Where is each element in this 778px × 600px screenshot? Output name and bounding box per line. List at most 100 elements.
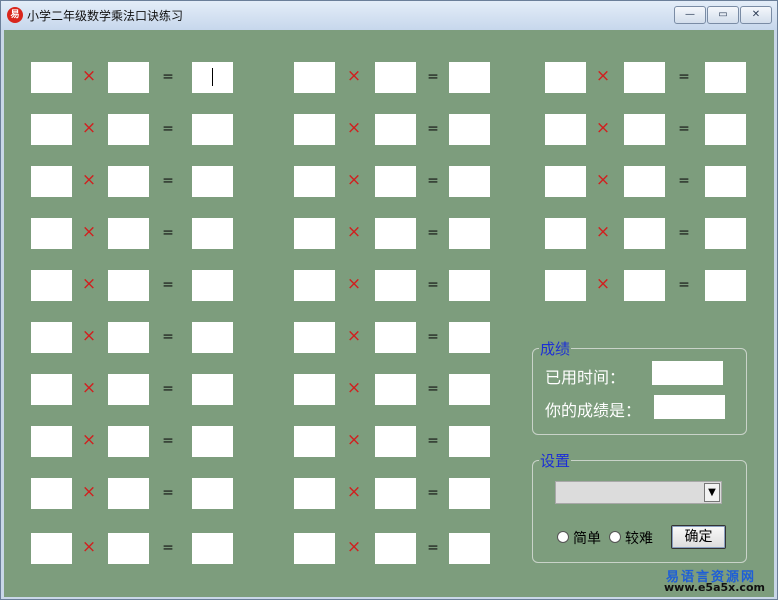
factor-b-field[interactable] bbox=[108, 426, 149, 457]
answer-field[interactable] bbox=[192, 166, 233, 197]
factor-a-field[interactable] bbox=[31, 62, 72, 93]
factor-a-field[interactable] bbox=[31, 426, 72, 457]
factor-b-field[interactable] bbox=[375, 62, 416, 93]
answer-field[interactable] bbox=[449, 374, 490, 405]
score-field[interactable] bbox=[654, 395, 725, 419]
factor-b-field[interactable] bbox=[375, 322, 416, 353]
title-bar[interactable]: 易 小学二年级数学乘法口诀练习 — ▭ ✕ bbox=[1, 1, 777, 30]
factor-b-field[interactable] bbox=[624, 166, 665, 197]
factor-a-field[interactable] bbox=[294, 478, 335, 509]
equals-sign: = bbox=[162, 485, 174, 501]
answer-field[interactable] bbox=[705, 114, 746, 145]
factor-b-field[interactable] bbox=[624, 114, 665, 145]
factor-a-field[interactable] bbox=[31, 322, 72, 353]
factor-a-field[interactable] bbox=[31, 478, 72, 509]
times-sign: × bbox=[346, 222, 362, 242]
answer-field[interactable] bbox=[192, 374, 233, 405]
answer-field[interactable] bbox=[192, 426, 233, 457]
factor-b-field[interactable] bbox=[375, 270, 416, 301]
times-sign: × bbox=[595, 170, 611, 190]
factor-a-field[interactable] bbox=[31, 166, 72, 197]
factor-b-field[interactable] bbox=[108, 478, 149, 509]
answer-field[interactable] bbox=[705, 62, 746, 93]
factor-a-field[interactable] bbox=[294, 374, 335, 405]
factor-a-field[interactable] bbox=[545, 218, 586, 249]
answer-field[interactable] bbox=[449, 218, 490, 249]
factor-b-field[interactable] bbox=[108, 533, 149, 564]
factor-b-field[interactable] bbox=[108, 322, 149, 353]
times-sign: × bbox=[346, 66, 362, 86]
chevron-down-icon[interactable]: ▼ bbox=[704, 483, 720, 502]
times-sign: × bbox=[81, 118, 97, 138]
answer-field[interactable] bbox=[192, 478, 233, 509]
factor-a-field[interactable] bbox=[294, 218, 335, 249]
factor-a-field[interactable] bbox=[294, 166, 335, 197]
answer-field[interactable] bbox=[449, 533, 490, 564]
factor-a-field[interactable] bbox=[294, 322, 335, 353]
equals-sign: = bbox=[162, 69, 174, 85]
time-used-field[interactable] bbox=[652, 361, 723, 385]
factor-b-field[interactable] bbox=[108, 374, 149, 405]
factor-a-field[interactable] bbox=[545, 270, 586, 301]
answer-field[interactable] bbox=[449, 322, 490, 353]
watermark-url: www.e5a5x.com bbox=[664, 581, 765, 594]
answer-field[interactable] bbox=[192, 62, 233, 93]
answer-field[interactable] bbox=[705, 166, 746, 197]
answer-field[interactable] bbox=[449, 270, 490, 301]
client-area: × = × = × = × = × = × = × = × = × = × = × = × = × = × = × = × = × = × = × = × =… bbox=[4, 30, 774, 597]
factor-b-field[interactable] bbox=[375, 114, 416, 145]
factor-b-field[interactable] bbox=[108, 218, 149, 249]
equals-sign: = bbox=[162, 225, 174, 241]
minimize-button[interactable]: — bbox=[674, 6, 706, 24]
factor-a-field[interactable] bbox=[294, 426, 335, 457]
times-sign: × bbox=[346, 537, 362, 557]
factor-b-field[interactable] bbox=[375, 478, 416, 509]
factor-a-field[interactable] bbox=[31, 533, 72, 564]
close-button[interactable]: ✕ bbox=[740, 6, 772, 24]
answer-field[interactable] bbox=[705, 218, 746, 249]
factor-a-field[interactable] bbox=[294, 62, 335, 93]
maximize-button[interactable]: ▭ bbox=[707, 6, 739, 24]
factor-a-field[interactable] bbox=[294, 270, 335, 301]
factor-b-field[interactable] bbox=[624, 270, 665, 301]
factor-b-field[interactable] bbox=[108, 270, 149, 301]
equals-sign: = bbox=[427, 69, 439, 85]
answer-field[interactable] bbox=[192, 114, 233, 145]
answer-field[interactable] bbox=[449, 114, 490, 145]
times-sign: × bbox=[81, 326, 97, 346]
answer-field[interactable] bbox=[192, 322, 233, 353]
answer-field[interactable] bbox=[192, 270, 233, 301]
factor-a-field[interactable] bbox=[31, 114, 72, 145]
equals-sign: = bbox=[427, 329, 439, 345]
answer-field[interactable] bbox=[449, 478, 490, 509]
factor-a-field[interactable] bbox=[545, 62, 586, 93]
factor-b-field[interactable] bbox=[108, 166, 149, 197]
answer-field[interactable] bbox=[449, 62, 490, 93]
factor-b-field[interactable] bbox=[375, 426, 416, 457]
factor-b-field[interactable] bbox=[108, 62, 149, 93]
factor-a-field[interactable] bbox=[545, 166, 586, 197]
factor-b-field[interactable] bbox=[375, 533, 416, 564]
factor-b-field[interactable] bbox=[624, 218, 665, 249]
factor-b-field[interactable] bbox=[375, 374, 416, 405]
answer-field[interactable] bbox=[192, 218, 233, 249]
factor-b-field[interactable] bbox=[624, 62, 665, 93]
answer-field[interactable] bbox=[192, 533, 233, 564]
difficulty-select[interactable]: ▼ bbox=[555, 481, 722, 504]
answer-field[interactable] bbox=[705, 270, 746, 301]
factor-a-field[interactable] bbox=[31, 218, 72, 249]
hard-radio[interactable] bbox=[609, 531, 621, 543]
factor-a-field[interactable] bbox=[31, 270, 72, 301]
easy-radio[interactable] bbox=[557, 531, 569, 543]
equals-sign: = bbox=[162, 329, 174, 345]
answer-field[interactable] bbox=[449, 166, 490, 197]
factor-a-field[interactable] bbox=[31, 374, 72, 405]
factor-a-field[interactable] bbox=[294, 533, 335, 564]
answer-field[interactable] bbox=[449, 426, 490, 457]
factor-a-field[interactable] bbox=[545, 114, 586, 145]
ok-button[interactable]: 确定 bbox=[671, 525, 726, 549]
factor-a-field[interactable] bbox=[294, 114, 335, 145]
factor-b-field[interactable] bbox=[375, 166, 416, 197]
factor-b-field[interactable] bbox=[375, 218, 416, 249]
factor-b-field[interactable] bbox=[108, 114, 149, 145]
